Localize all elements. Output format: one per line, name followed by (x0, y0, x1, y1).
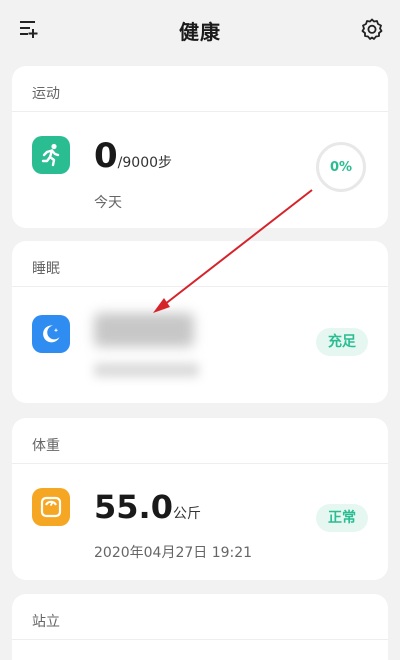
progress-percent: 0% (329, 159, 353, 175)
sleep-duration-blurred (94, 313, 194, 347)
page-title: 健康 (179, 20, 221, 44)
weight-status-badge: 正常 (316, 504, 368, 532)
sleep-card[interactable]: 睡眠 充足 (12, 241, 388, 403)
exercise-card-title: 运动 (12, 66, 388, 112)
top-bar: 健康 (0, 0, 400, 58)
gear-icon[interactable] (360, 17, 384, 41)
sleep-card-title: 睡眠 (12, 241, 388, 287)
weight-card-title: 体重 (12, 418, 388, 464)
running-person-icon (32, 136, 70, 174)
weight-unit: 公斤 (172, 506, 201, 522)
exercise-card[interactable]: 运动 0/9000步 今天 0% (12, 66, 388, 228)
steps-date-label: 今天 (94, 195, 122, 211)
health-app-screen: 健康 运动 0/9000步 今天 0% 睡眠 充足 体重 55.0公斤 2020… (0, 0, 400, 660)
weight-card[interactable]: 体重 55.0公斤 2020年04月27日 19:21 正常 (12, 418, 388, 580)
weight-timestamp: 2020年04月27日 19:21 (94, 545, 253, 561)
steps-value: 0 (94, 136, 118, 176)
weight-reading: 55.0公斤 (94, 488, 201, 526)
progress-ring: 0% (316, 142, 366, 192)
steps-goal: /9000步 (117, 155, 173, 171)
sleep-status-badge: 充足 (316, 328, 368, 356)
weight-value: 55.0 (94, 488, 173, 526)
standing-card-title: 站立 (12, 594, 388, 640)
scale-icon (32, 488, 70, 526)
sleep-date-blurred (94, 363, 199, 377)
steps-count: 0/9000步 (94, 136, 172, 176)
moon-icon (32, 315, 70, 353)
standing-card[interactable]: 站立 (12, 594, 388, 660)
